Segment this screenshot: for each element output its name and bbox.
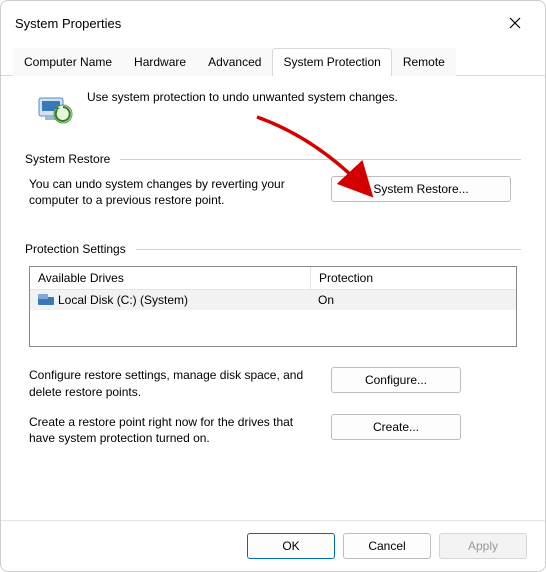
drives-table: Available Drives Protection Local Disk (… — [29, 266, 517, 347]
tab-advanced[interactable]: Advanced — [197, 48, 272, 76]
configure-description: Configure restore settings, manage disk … — [29, 367, 319, 399]
drive-name: Local Disk (C:) (System) — [58, 293, 188, 307]
configure-button[interactable]: Configure... — [331, 367, 461, 393]
window-title: System Properties — [15, 16, 121, 31]
section-title-protection: Protection Settings — [25, 242, 126, 256]
system-restore-button[interactable]: System Restore... — [331, 176, 511, 202]
tab-hardware[interactable]: Hardware — [123, 48, 197, 76]
section-protection-settings: Protection Settings Available Drives Pro… — [25, 242, 521, 446]
divider — [136, 249, 521, 250]
section-title-restore: System Restore — [25, 152, 110, 166]
titlebar: System Properties — [1, 1, 545, 41]
divider — [120, 159, 521, 160]
tab-remote[interactable]: Remote — [392, 48, 456, 76]
close-button[interactable] — [497, 9, 533, 37]
drive-protection: On — [310, 290, 516, 310]
column-available-drives[interactable]: Available Drives — [30, 267, 311, 289]
tab-system-protection[interactable]: System Protection — [272, 48, 391, 76]
dialog-footer: OK Cancel Apply — [1, 520, 545, 571]
ok-button[interactable]: OK — [247, 533, 335, 559]
system-protection-icon — [33, 88, 73, 128]
cancel-button[interactable]: Cancel — [343, 533, 431, 559]
close-icon — [509, 17, 521, 29]
intro-text: Use system protection to undo unwanted s… — [87, 88, 398, 104]
create-button[interactable]: Create... — [331, 414, 461, 440]
create-description: Create a restore point right now for the… — [29, 414, 319, 446]
restore-description: You can undo system changes by reverting… — [29, 176, 319, 208]
tab-strip: Computer Name Hardware Advanced System P… — [1, 47, 545, 76]
intro-row: Use system protection to undo unwanted s… — [25, 84, 521, 142]
column-protection[interactable]: Protection — [311, 267, 516, 289]
system-properties-window: System Properties Computer Name Hardware… — [0, 0, 546, 572]
drives-table-body: Local Disk (C:) (System) On — [30, 290, 516, 346]
tab-content: Use system protection to undo unwanted s… — [1, 76, 545, 520]
drive-row[interactable]: Local Disk (C:) (System) On — [30, 290, 516, 310]
disk-icon — [38, 294, 54, 306]
drives-table-header: Available Drives Protection — [30, 267, 516, 290]
apply-button[interactable]: Apply — [439, 533, 527, 559]
tab-computer-name[interactable]: Computer Name — [13, 48, 123, 76]
section-system-restore: System Restore You can undo system chang… — [25, 152, 521, 208]
